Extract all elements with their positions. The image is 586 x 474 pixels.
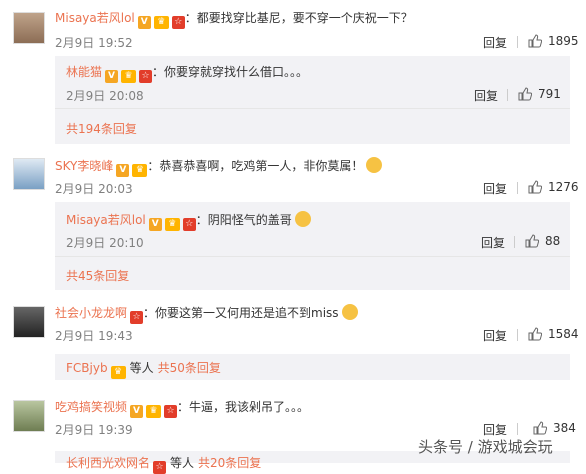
like-button[interactable]: 384 (533, 421, 576, 435)
avatar[interactable] (13, 306, 45, 338)
avatar[interactable] (13, 12, 45, 44)
thumbs-up-icon (518, 87, 532, 101)
more-replies-link[interactable]: 共50条回复 (158, 361, 221, 375)
cat-emoji-icon (366, 157, 383, 173)
like-count: 384 (553, 421, 576, 435)
like-button[interactable]: 1895 (528, 34, 579, 48)
crown-icon: ♛ (110, 366, 126, 379)
crown-icon: ♛ (164, 218, 180, 231)
crown-icon: ♛ (121, 70, 137, 83)
red-badge-icon: ☆ (171, 16, 185, 29)
cat-emoji-icon (294, 211, 311, 227)
timestamp: 2月9日 19:52 (55, 36, 133, 50)
divider (55, 256, 570, 257)
thumbs-up-icon (528, 34, 542, 48)
timestamp: 2月9日 20:08 (66, 89, 144, 103)
divider (517, 36, 518, 48)
thumbs-up-icon (525, 234, 539, 248)
verified-icon: V (105, 70, 119, 83)
comment-text: ：你要这第一又何用还是追不到miss (143, 306, 339, 320)
like-button[interactable]: 791 (518, 87, 561, 101)
username[interactable]: 长利西光欢网名 (66, 456, 150, 470)
comment-text: ：恭喜恭喜啊，吃鸡第一人，非你莫属！ (147, 159, 364, 173)
like-button[interactable]: 1584 (528, 327, 579, 341)
divider (517, 329, 518, 341)
reply-button[interactable]: 回复 (481, 234, 505, 251)
thumbs-up-icon (533, 421, 547, 435)
reply-button[interactable]: 回复 (483, 327, 507, 344)
like-count: 1276 (548, 180, 579, 194)
comment-header: Misaya若风lol V ♛ ☆ ：都要找穿比基尼，要不穿一个庆祝一下？ (55, 10, 413, 29)
red-badge-icon: ☆ (130, 311, 144, 324)
reply-text: ：阴阳怪气的盖哥 (195, 213, 292, 227)
like-count: 88 (545, 234, 561, 248)
summary-text: 等人 (129, 361, 154, 375)
username[interactable]: FCBjyb (66, 361, 108, 375)
reply-button[interactable]: 回复 (474, 87, 498, 104)
crown-icon: ♛ (153, 16, 169, 29)
reply-button[interactable]: 回复 (483, 34, 507, 51)
username[interactable]: 林能猫 (66, 65, 102, 79)
divider (507, 89, 508, 101)
verified-icon: V (148, 218, 162, 231)
verified-icon: V (137, 16, 151, 29)
like-count: 1584 (548, 327, 579, 341)
username[interactable]: 社会小龙龙啊 (55, 306, 127, 320)
divider (514, 236, 515, 248)
timestamp: 2月9日 20:03 (55, 182, 133, 196)
username[interactable]: Misaya若风lol (55, 11, 135, 25)
comment-header: SKY李晓峰 V ♛ ：恭喜恭喜啊，吃鸡第一人，非你莫属！ (55, 157, 383, 177)
like-button[interactable]: 1276 (528, 180, 579, 194)
username[interactable]: SKY李晓峰 (55, 159, 113, 173)
verified-icon: V (116, 164, 130, 177)
divider (55, 108, 570, 109)
divider (517, 182, 518, 194)
timestamp: 2月9日 19:43 (55, 329, 133, 343)
comment-header: 社会小龙龙啊 ☆ ：你要这第一又何用还是追不到miss (55, 304, 358, 324)
cat-emoji-icon (341, 304, 358, 320)
like-count: 791 (538, 87, 561, 101)
comment-text: ：都要找穿比基尼，要不穿一个庆祝一下？ (184, 11, 413, 25)
summary-text: 等人 (170, 456, 195, 470)
red-badge-icon: ☆ (182, 218, 196, 231)
avatar[interactable] (13, 158, 45, 190)
crown-icon: ♛ (132, 164, 148, 177)
username[interactable]: Misaya若风lol (66, 213, 146, 227)
reply-button[interactable]: 回复 (483, 180, 507, 197)
like-count: 1895 (548, 34, 579, 48)
username[interactable]: 吃鸡搞笑视频 (55, 400, 127, 414)
thumbs-up-icon (528, 180, 542, 194)
crown-icon: ♛ (146, 405, 162, 418)
comment-header: 吃鸡搞笑视频 V ♛ ☆ ：牛逼，我该剁吊了。。。 (55, 399, 309, 418)
timestamp: 2月9日 19:39 (55, 423, 133, 437)
reply-summary: FCBjyb ♛ 等人 共50条回复 (66, 360, 221, 379)
more-replies-link[interactable]: 共20条回复 (198, 456, 261, 470)
timestamp: 2月9日 20:10 (66, 236, 144, 250)
more-replies-link[interactable]: 共45条回复 (66, 267, 129, 284)
reply-text: ：你要穿就穿找什么借口。。。 (152, 65, 309, 79)
reply-header: Misaya若风lol V ♛ ☆ ：阴阳怪气的盖哥 (66, 211, 311, 231)
thumbs-up-icon (528, 327, 542, 341)
watermark: 头条号 / 游戏城会玩 (418, 438, 553, 456)
reply-summary: 长利西光欢网名 ☆ 等人 共20条回复 (66, 455, 261, 474)
red-badge-icon: ☆ (139, 70, 153, 83)
like-button[interactable]: 88 (525, 234, 560, 248)
reply-header: 林能猫 V ♛ ☆ ：你要穿就穿找什么借口。。。 (66, 64, 308, 83)
more-replies-link[interactable]: 共194条回复 (66, 120, 137, 137)
red-badge-icon: ☆ (164, 405, 178, 418)
verified-icon: V (130, 405, 144, 418)
comment-text: ：牛逼，我该剁吊了。。。 (177, 400, 310, 414)
avatar[interactable] (13, 400, 45, 432)
divider (517, 423, 518, 435)
